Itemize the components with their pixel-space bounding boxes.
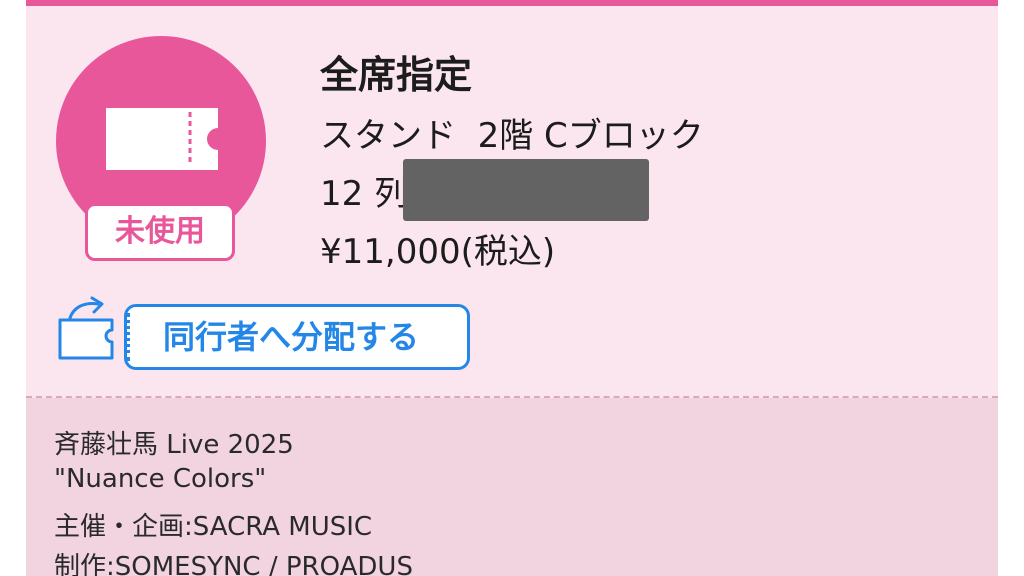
ticket-card: 未使用 全席指定 スタンド 2階 Cブロック 12 列 ¥11,000(税込) … [26, 0, 998, 576]
ticket-price: ¥11,000(税込) [320, 232, 556, 272]
seat-row: 12 列 [320, 174, 409, 214]
event-production: 制作:SOMESYNC / PROADUS [54, 552, 413, 576]
card-top-bar [26, 0, 998, 6]
seat-type: 全席指定 [320, 53, 473, 97]
ticket-icon [106, 108, 218, 170]
dashed-divider [26, 396, 998, 398]
seat-area: スタンド 2階 Cブロック [320, 116, 704, 156]
status-badge: 未使用 [85, 203, 235, 261]
distribute-button[interactable]: 同行者へ分配する [124, 304, 470, 370]
redacted-seat-number [403, 159, 649, 221]
event-organizer: 主催・企画:SACRA MUSIC [54, 512, 373, 542]
event-title: 斉藤壮馬 Live 2025 [54, 430, 294, 460]
event-subtitle: "Nuance Colors" [54, 464, 267, 494]
distribute-to-companion[interactable]: 同行者へ分配する [56, 296, 476, 376]
